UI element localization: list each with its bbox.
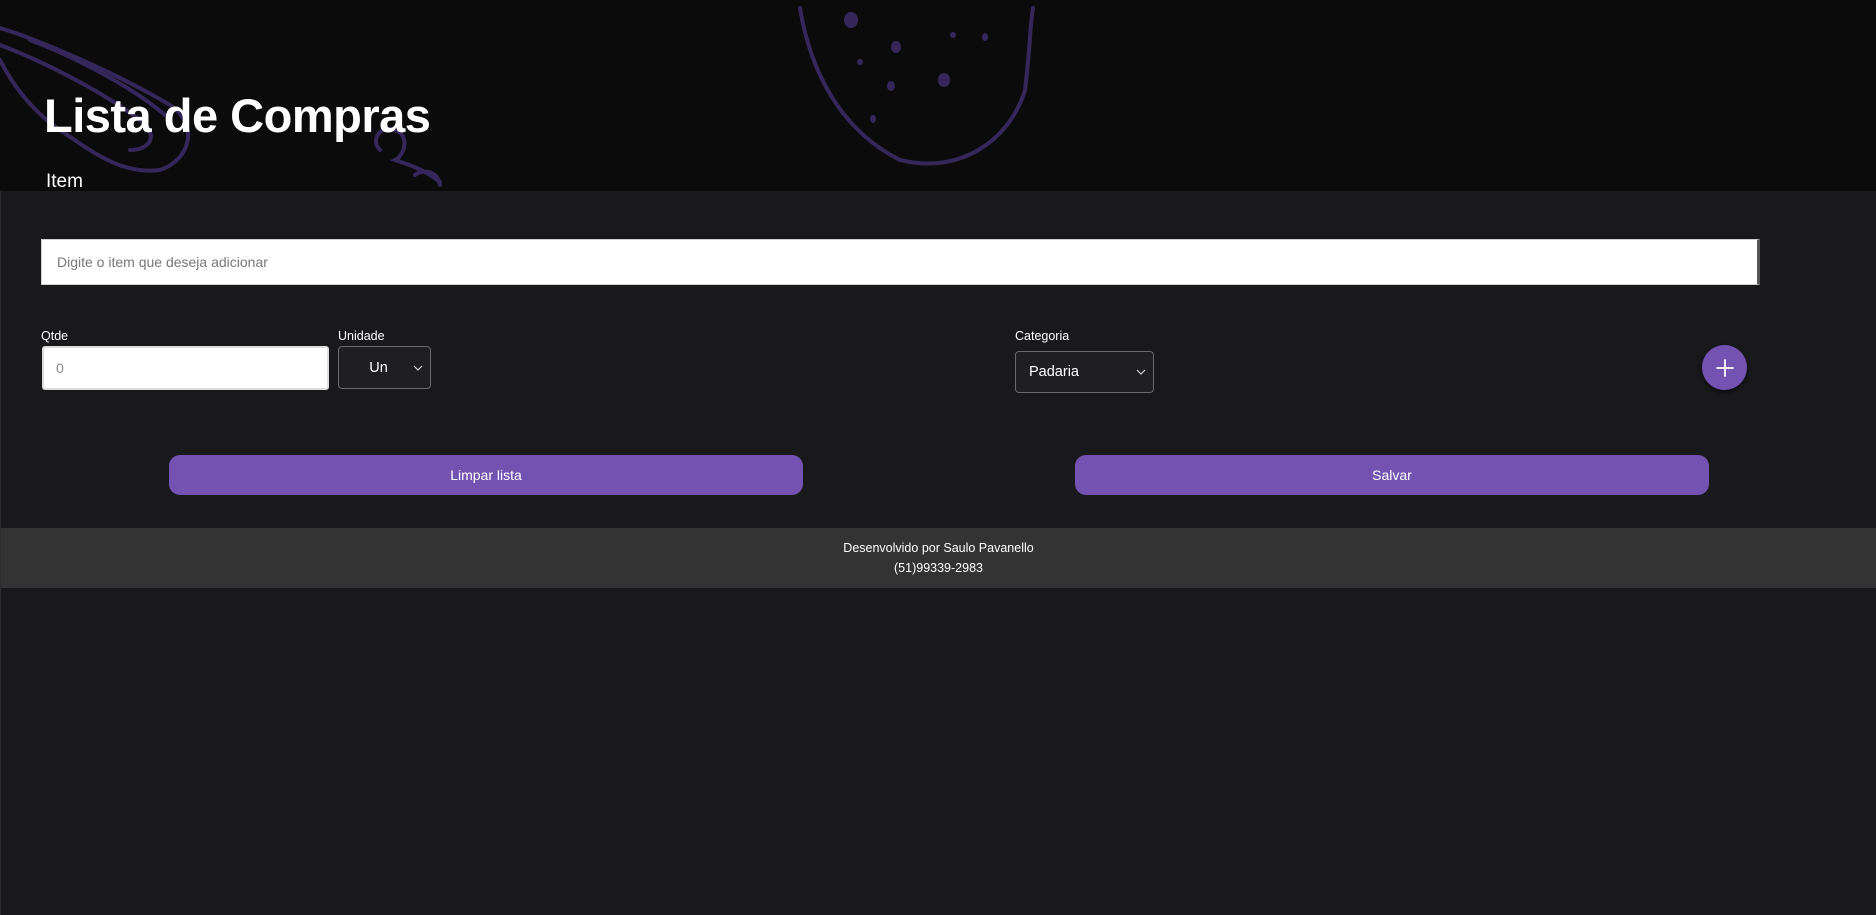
clear-list-label: Limpar lista (450, 467, 522, 483)
chevron-down-icon (413, 365, 423, 371)
unit-select-value: Un (369, 359, 388, 376)
unit-label: Unidade (338, 329, 385, 343)
footer-phone: (51)99339-2983 (894, 561, 983, 575)
header-banner: Lista de Compras Item (0, 0, 1876, 191)
footer-credit: Desenvolvido por Saulo Pavanello (843, 541, 1034, 555)
qty-input[interactable] (42, 346, 329, 390)
save-label: Salvar (1372, 467, 1412, 483)
item-input[interactable] (41, 239, 1760, 285)
item-label: Item (46, 171, 83, 191)
page-title: Lista de Compras (44, 89, 431, 142)
chevron-down-icon (1136, 369, 1146, 375)
unit-select[interactable]: Un (338, 346, 431, 389)
clear-list-button[interactable]: Limpar lista (169, 455, 803, 495)
category-label: Categoria (1015, 329, 1070, 343)
qty-label: Qtde (41, 329, 69, 343)
category-select[interactable]: Padaria (1015, 351, 1154, 393)
category-select-value: Padaria (1029, 364, 1079, 380)
add-item-button[interactable] (1702, 345, 1747, 390)
plus-icon (1715, 358, 1734, 377)
save-button[interactable]: Salvar (1075, 455, 1709, 495)
footer: Desenvolvido por Saulo Pavanello (51)993… (1, 528, 1876, 588)
